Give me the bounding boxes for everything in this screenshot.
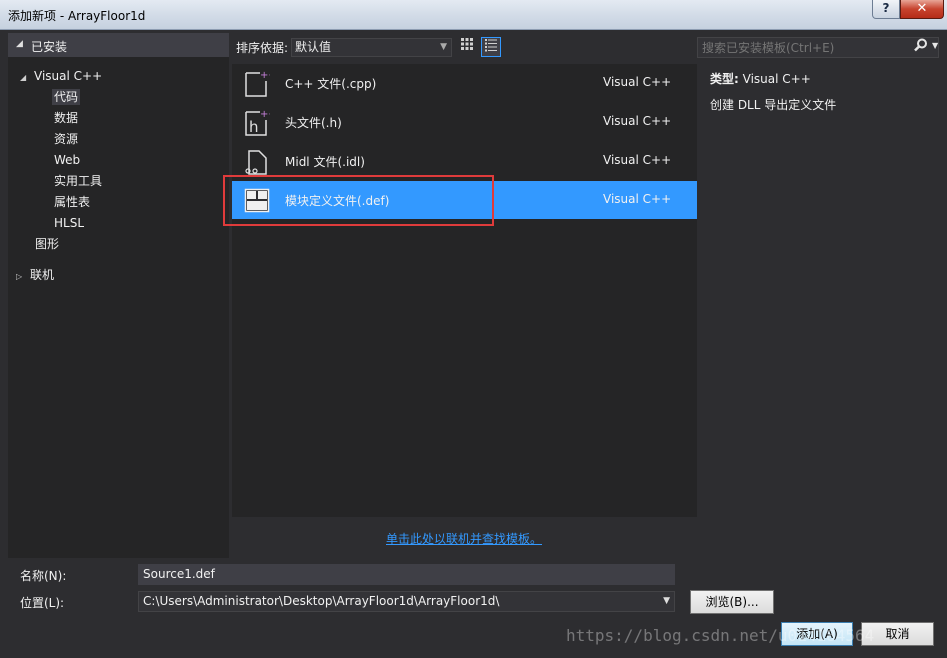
template-name: 模块定义文件(.def) [285, 194, 390, 208]
type-row: 类型: Visual C++ [710, 71, 940, 87]
name-label: 名称(N): [20, 569, 67, 583]
template-row-header[interactable]: h ++ 头文件(.h) Visual C++ [232, 103, 697, 141]
tree-item-graphics[interactable]: 图形 [35, 234, 59, 254]
location-label: 位置(L): [20, 596, 65, 610]
watermark: https://blog.csdn.net/u014184564 [566, 626, 875, 645]
chevron-down-icon: ▼ [440, 42, 447, 52]
tree-item-utilities[interactable]: 实用工具 [54, 171, 102, 191]
chevron-down-icon[interactable]: ▼ [663, 592, 670, 611]
template-name: C++ 文件(.cpp) [285, 77, 377, 91]
template-language: Visual C++ [603, 75, 672, 89]
name-field[interactable]: Source1.def [138, 564, 675, 585]
list-view-icon [485, 39, 497, 52]
svg-text:h: h [249, 118, 259, 136]
tree-item-data[interactable]: 数据 [54, 108, 78, 128]
sort-label: 排序依据: [236, 41, 289, 55]
type-key: 类型: [710, 72, 739, 86]
tree-item-property-sheets[interactable]: 属性表 [54, 192, 90, 212]
template-description: 创建 DLL 导出定义文件 [710, 98, 837, 112]
window-title: 添加新项 - ArrayFloor1d [8, 9, 146, 23]
online-search-link[interactable]: 单击此处以联机并查找模板。 [386, 530, 542, 547]
header-file-icon: h ++ [245, 109, 270, 136]
svg-text:++: ++ [260, 109, 270, 120]
template-language: Visual C++ [603, 114, 672, 128]
close-button[interactable]: ✕ [900, 0, 944, 19]
template-row-def[interactable]: 模块定义文件(.def) Visual C++ [232, 181, 697, 219]
location-field[interactable]: C:\Users\Administrator\Desktop\ArrayFloo… [138, 591, 675, 612]
type-value: Visual C++ [742, 72, 811, 86]
category-panel: ◢ 已安装 ◢ Visual C++ 代码 数据 资源 Web 实用工具 属性表 … [8, 33, 229, 558]
grid-view-button[interactable] [457, 37, 477, 57]
installed-header[interactable]: ◢ 已安装 [8, 33, 229, 57]
collapsed-arrow-icon: ▷ [16, 272, 23, 281]
template-language: Visual C++ [603, 192, 672, 206]
tree-item-web[interactable]: Web [54, 150, 80, 170]
list-view-button[interactable] [481, 37, 501, 57]
template-name: Midl 文件(.idl) [285, 155, 365, 169]
midl-file-icon [245, 150, 267, 175]
search-options-chevron-icon[interactable]: ▼ [932, 41, 938, 50]
help-button[interactable]: ? [872, 0, 900, 19]
def-file-icon [244, 188, 270, 213]
tree-item-hlsl[interactable]: HLSL [54, 213, 84, 233]
browse-button[interactable]: 浏览(B)... [690, 590, 774, 614]
template-language: Visual C++ [603, 153, 672, 167]
name-value: Source1.def [143, 567, 215, 581]
tree-item-code[interactable]: 代码 [52, 87, 81, 107]
installed-label: 已安装 [31, 40, 68, 54]
template-list: ++ C++ 文件(.cpp) Visual C++ h ++ 头文件(.h) … [232, 64, 697, 517]
template-name: 头文件(.h) [285, 116, 342, 130]
sort-dropdown[interactable]: 默认值 ▼ [291, 38, 452, 57]
location-value: C:\Users\Administrator\Desktop\ArrayFloo… [143, 594, 500, 608]
cpp-file-icon: ++ [245, 70, 270, 97]
template-row-midl[interactable]: Midl 文件(.idl) Visual C++ [232, 142, 697, 180]
collapse-arrow-icon: ◢ [16, 39, 23, 49]
tree-item-visual-cpp[interactable]: ◢ Visual C++ [20, 66, 102, 86]
sort-value: 默认值 [295, 40, 332, 54]
grid-view-icon [461, 38, 473, 50]
template-details: 类型: Visual C++ 创建 DLL 导出定义文件 [710, 71, 940, 113]
search-icon[interactable] [914, 38, 928, 56]
tree-item-online[interactable]: ▷ 联机 [16, 265, 54, 285]
title-bar: 添加新项 - ArrayFloor1d ? ✕ [0, 0, 947, 30]
template-row-cpp[interactable]: ++ C++ 文件(.cpp) Visual C++ [232, 64, 697, 102]
search-input[interactable] [697, 37, 939, 58]
svg-text:++: ++ [260, 70, 270, 81]
tree-item-resources[interactable]: 资源 [54, 129, 78, 149]
expanded-arrow-icon: ◢ [20, 73, 27, 82]
